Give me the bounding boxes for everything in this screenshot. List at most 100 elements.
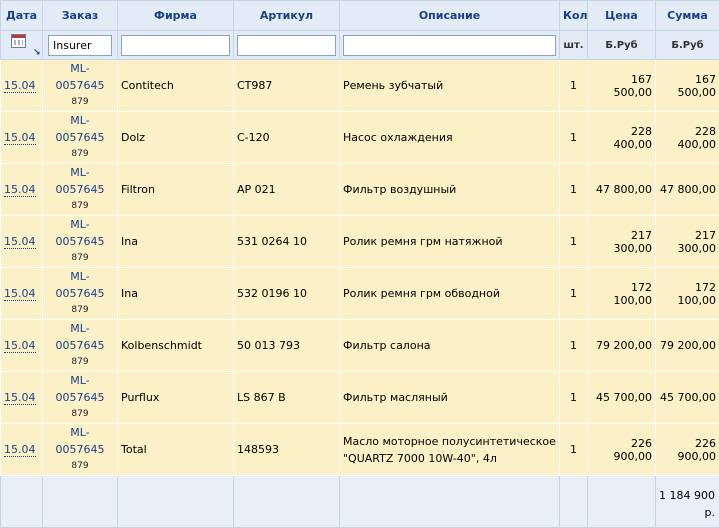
firm-cell: Total — [118, 424, 234, 476]
footer-empty-cell — [118, 476, 234, 528]
order-subnumber: 879 — [46, 94, 114, 111]
order-cell: ML-0057645879 — [43, 424, 118, 476]
column-header-price[interactable]: Цена — [588, 1, 656, 31]
date-cell: 15.04 — [1, 112, 43, 164]
order-subnumber: 879 — [46, 458, 114, 475]
date-link[interactable]: 15.04 — [4, 131, 36, 145]
order-link[interactable]: ML-0057645 — [46, 216, 114, 250]
date-filter-cell: ↘ — [1, 31, 43, 60]
order-subnumber: 879 — [46, 406, 114, 423]
date-link[interactable]: 15.04 — [4, 287, 36, 301]
table-row: 15.04 ML-0057645879 Purflux LS 867 B Фил… — [1, 372, 719, 424]
sum-cell: 79 200,00 — [656, 320, 719, 372]
sum-currency-label: Б.Руб — [656, 31, 719, 60]
table-row: 15.04 ML-0057645879 Filtron AP 021 Фильт… — [1, 164, 719, 216]
order-subnumber: 879 — [46, 250, 114, 267]
order-link[interactable]: ML-0057645 — [46, 112, 114, 146]
column-header-order[interactable]: Заказ — [43, 1, 118, 31]
filter-row: ↘ шт. Б.Руб Б.Руб — [1, 31, 719, 60]
sum-cell: 47 800,00 — [656, 164, 719, 216]
firm-cell: Dolz — [118, 112, 234, 164]
firm-filter-input[interactable] — [121, 35, 230, 56]
quantity-unit-label: шт. — [560, 31, 588, 60]
article-cell: 148593 — [234, 424, 340, 476]
quantity-cell: 1 — [560, 60, 588, 112]
sum-cell: 226 900,00 — [656, 424, 719, 476]
price-cell: 172 100,00 — [588, 268, 656, 320]
column-header-description[interactable]: Описание — [340, 1, 560, 31]
date-cell: 15.04 — [1, 320, 43, 372]
description-cell: Фильтр воздушный — [340, 164, 560, 216]
date-cell: 15.04 — [1, 424, 43, 476]
date-cell: 15.04 — [1, 164, 43, 216]
order-link[interactable]: ML-0057645 — [46, 424, 114, 458]
order-cell: ML-0057645879 — [43, 112, 118, 164]
order-filter-cell — [43, 31, 118, 60]
table-row: 15.04 ML-0057645879 Ina 532 0196 10 Роли… — [1, 268, 719, 320]
order-link[interactable]: ML-0057645 — [46, 268, 114, 302]
price-cell: 79 200,00 — [588, 320, 656, 372]
header-row: Дата Заказ Фирма Артикул Описание Кол Це… — [1, 1, 719, 31]
order-link[interactable]: ML-0057645 — [46, 372, 114, 406]
quantity-cell: 1 — [560, 372, 588, 424]
column-header-sum[interactable]: Сумма — [656, 1, 719, 31]
date-link[interactable]: 15.04 — [4, 443, 36, 457]
date-link[interactable]: 15.04 — [4, 183, 36, 197]
article-cell: C-120 — [234, 112, 340, 164]
order-link[interactable]: ML-0057645 — [46, 320, 114, 354]
order-cell: ML-0057645879 — [43, 372, 118, 424]
quantity-cell: 1 — [560, 216, 588, 268]
quantity-cell: 1 — [560, 112, 588, 164]
order-subnumber: 879 — [46, 302, 114, 319]
footer-empty-cell — [340, 476, 560, 528]
sum-cell: 172 100,00 — [656, 268, 719, 320]
order-cell: ML-0057645879 — [43, 268, 118, 320]
footer-empty-cell — [234, 476, 340, 528]
column-header-quantity[interactable]: Кол — [560, 1, 588, 31]
date-link[interactable]: 15.04 — [4, 391, 36, 405]
quantity-cell: 1 — [560, 164, 588, 216]
order-link[interactable]: ML-0057645 — [46, 164, 114, 198]
column-header-firm[interactable]: Фирма — [118, 1, 234, 31]
order-cell: ML-0057645879 — [43, 60, 118, 112]
column-header-article[interactable]: Артикул — [234, 1, 340, 31]
column-header-date[interactable]: Дата — [1, 1, 43, 31]
date-link[interactable]: 15.04 — [4, 79, 36, 93]
date-link[interactable]: 15.04 — [4, 235, 36, 249]
order-cell: ML-0057645879 — [43, 320, 118, 372]
article-filter-input[interactable] — [237, 35, 336, 56]
footer-empty-cell — [43, 476, 118, 528]
table-row: 15.04 ML-0057645879 Ina 531 0264 10 Роли… — [1, 216, 719, 268]
order-subnumber: 879 — [46, 354, 114, 371]
date-link[interactable]: 15.04 — [4, 339, 36, 353]
description-cell: Масло моторное полусинтетическое "QUARTZ… — [340, 424, 560, 476]
price-cell: 217 300,00 — [588, 216, 656, 268]
calendar-icon[interactable] — [11, 34, 26, 48]
description-filter-input[interactable] — [343, 35, 556, 56]
description-cell: Ролик ремня грм обводной — [340, 268, 560, 320]
footer-empty-cell — [588, 476, 656, 528]
firm-cell: Purflux — [118, 372, 234, 424]
order-filter-input[interactable] — [48, 35, 112, 56]
firm-cell: Ina — [118, 216, 234, 268]
description-filter-cell — [340, 31, 560, 60]
order-link[interactable]: ML-0057645 — [46, 60, 114, 94]
firm-cell: Filtron — [118, 164, 234, 216]
quantity-cell: 1 — [560, 268, 588, 320]
firm-cell: Ina — [118, 268, 234, 320]
quantity-cell: 1 — [560, 424, 588, 476]
article-cell: CT987 — [234, 60, 340, 112]
description-cell: Насос охлаждения — [340, 112, 560, 164]
date-cell: 15.04 — [1, 60, 43, 112]
footer-empty-cell — [560, 476, 588, 528]
firm-filter-cell — [118, 31, 234, 60]
table-row: 15.04 ML-0057645879 Dolz C-120 Насос охл… — [1, 112, 719, 164]
order-cell: ML-0057645879 — [43, 164, 118, 216]
description-cell: Фильтр салона — [340, 320, 560, 372]
sum-cell: 45 700,00 — [656, 372, 719, 424]
sort-desc-arrow-icon: ↘ — [33, 49, 41, 58]
date-cell: 15.04 — [1, 216, 43, 268]
grand-total-currency: р. — [659, 504, 715, 521]
order-subnumber: 879 — [46, 146, 114, 163]
article-cell: LS 867 B — [234, 372, 340, 424]
